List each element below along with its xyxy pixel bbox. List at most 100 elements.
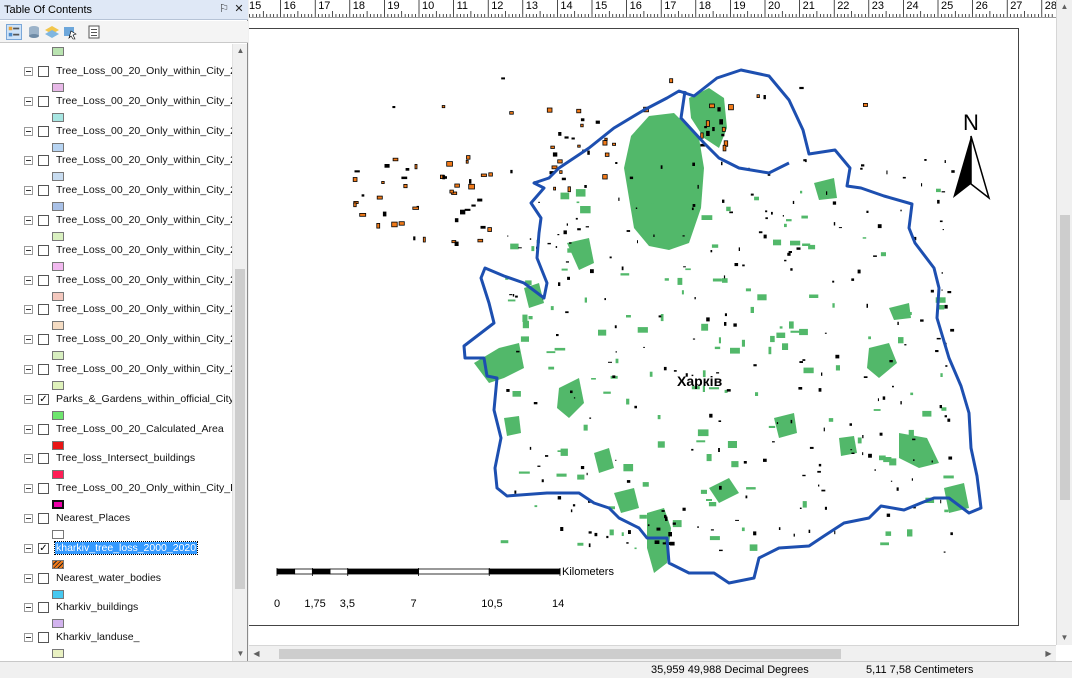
list-by-visibility-icon[interactable] bbox=[44, 24, 60, 40]
horizontal-scrollbar[interactable]: ◀ ▶ bbox=[249, 645, 1056, 661]
collapse-icon[interactable] bbox=[24, 543, 33, 553]
list-by-drawing-order-icon[interactable] bbox=[6, 24, 22, 40]
layer-visibility-checkbox[interactable] bbox=[38, 215, 49, 226]
layer-item[interactable]: Tree_Loss_00_20_Only_within_City_2009 bbox=[0, 64, 232, 94]
vertical-scrollbar-thumb[interactable] bbox=[1060, 215, 1070, 500]
layer-visibility-checkbox[interactable] bbox=[38, 304, 49, 316]
layer-visibility-checkbox[interactable] bbox=[38, 602, 49, 614]
layer-name[interactable]: Nearest_water_bodies bbox=[56, 572, 161, 584]
collapse-icon[interactable] bbox=[24, 126, 33, 136]
collapse-icon[interactable] bbox=[24, 484, 33, 494]
collapse-icon[interactable] bbox=[24, 603, 33, 613]
layer-name[interactable]: kharkiv_tree_loss_2000_2020 bbox=[53, 540, 199, 555]
layer-item[interactable]: Tree_Loss_00_20_Only_within_City_2018 bbox=[0, 302, 232, 332]
layer-name[interactable]: Tree_Loss_00_20_Only_within_City_2014 bbox=[56, 214, 232, 226]
layer-visibility-checkbox[interactable] bbox=[38, 125, 49, 137]
layer-item[interactable]: Tree_Loss_00_20_Only_within_City_2012 bbox=[0, 153, 232, 183]
list-by-selection-icon[interactable] bbox=[62, 24, 78, 40]
layer-item[interactable]: Tree_Loss_00_20_Only_within_City_Boun bbox=[0, 481, 232, 511]
layer-name[interactable]: Tree_Loss_00_20_Only_within_City_2020 bbox=[56, 363, 232, 375]
toc-scrollbar-thumb[interactable] bbox=[235, 269, 245, 589]
layer-item[interactable]: Tree_Loss_00_20_Only_within_City_2010 bbox=[0, 94, 232, 124]
layer-visibility-checkbox[interactable] bbox=[38, 572, 49, 584]
collapse-icon[interactable] bbox=[24, 424, 33, 434]
layer-visibility-checkbox[interactable] bbox=[38, 334, 49, 346]
layer-name[interactable]: Nearest_Places bbox=[56, 512, 130, 524]
layer-item[interactable]: Tree_Loss_00_20_Only_within_City_2013 bbox=[0, 183, 232, 213]
collapse-icon[interactable] bbox=[24, 454, 33, 464]
collapse-icon[interactable] bbox=[24, 216, 33, 225]
layer-name[interactable]: Parks_&_Gardens_within_official_City_Bo bbox=[56, 393, 232, 405]
layer-item[interactable]: Tree_loss_Intersect_buildings bbox=[0, 451, 232, 481]
layer-item[interactable]: Kharkiv_landuse_ bbox=[0, 630, 232, 660]
layer-item[interactable]: Nearest_water_bodies bbox=[0, 571, 232, 601]
layer-name[interactable]: Kharkiv_buildings bbox=[56, 601, 138, 613]
collapse-icon[interactable] bbox=[24, 633, 33, 643]
layer-visibility-checkbox[interactable] bbox=[38, 95, 49, 107]
layer-name[interactable]: Tree_Loss_00_20_Only_within_City_2011 bbox=[56, 125, 232, 137]
options-icon[interactable] bbox=[86, 24, 102, 40]
layer-visibility-checkbox[interactable] bbox=[38, 185, 49, 197]
layer-name[interactable]: Kharkiv_landuse_ bbox=[56, 631, 139, 643]
horizontal-scrollbar-thumb[interactable] bbox=[279, 649, 841, 659]
layer-name[interactable]: Tree_Loss_00_20_Only_within_City_2012 bbox=[56, 154, 232, 166]
collapse-icon[interactable] bbox=[24, 514, 33, 523]
close-icon[interactable]: ✕ bbox=[233, 3, 245, 16]
layer-item[interactable]: Kharkiv_buildings bbox=[0, 600, 232, 630]
collapse-icon[interactable] bbox=[24, 96, 33, 106]
layer-name[interactable]: Tree_Loss_00_20_Calculated_Area bbox=[56, 423, 224, 435]
collapse-icon[interactable] bbox=[24, 245, 33, 255]
layer-visibility-checkbox[interactable] bbox=[38, 244, 49, 256]
layer-visibility-checkbox[interactable] bbox=[38, 423, 49, 435]
layer-name[interactable]: Tree_Loss_00_20_Only_within_City_2013 bbox=[56, 184, 232, 196]
layer-item[interactable]: ✓ Parks_&_Gardens_within_official_City_Bo bbox=[0, 392, 232, 422]
layer-item[interactable]: Tree_Loss_00_20_Calculated_Area bbox=[0, 422, 232, 452]
collapse-icon[interactable] bbox=[24, 67, 33, 76]
collapse-icon[interactable] bbox=[24, 365, 33, 374]
collapse-icon[interactable] bbox=[24, 394, 33, 404]
layer-visibility-checkbox[interactable] bbox=[38, 66, 49, 77]
scroll-up-arrow-icon[interactable]: ▲ bbox=[1057, 0, 1072, 14]
layer-item[interactable]: Tree_Loss_00_20_Only_within_City_2019 bbox=[0, 332, 232, 362]
layer-item[interactable]: ✓ kharkiv_tree_loss_2000_2020 bbox=[0, 540, 232, 571]
scroll-left-arrow-icon[interactable]: ◀ bbox=[249, 647, 264, 661]
layer-visibility-checkbox[interactable] bbox=[38, 274, 49, 286]
layer-visibility-checkbox[interactable] bbox=[38, 453, 49, 465]
vertical-scrollbar[interactable]: ▲ ▼ bbox=[1056, 0, 1072, 645]
layer-item[interactable]: Tree_Loss_00_20_Only_within_City_2017 bbox=[0, 273, 232, 303]
map-canvas[interactable]: N bbox=[249, 18, 1019, 634]
collapse-icon[interactable] bbox=[24, 573, 33, 583]
list-by-source-icon[interactable] bbox=[26, 24, 42, 40]
scroll-down-arrow-icon[interactable]: ▼ bbox=[1057, 631, 1072, 645]
collapse-icon[interactable] bbox=[24, 305, 33, 315]
layer-item[interactable]: Nearest_Places bbox=[0, 511, 232, 541]
layer-visibility-checkbox[interactable] bbox=[38, 364, 49, 375]
layer-visibility-checkbox[interactable]: ✓ bbox=[38, 542, 49, 554]
layer-name[interactable]: Tree_Loss_00_20_Only_within_City_2017 bbox=[56, 274, 232, 286]
toc-scrollbar[interactable]: ▲ ▼ bbox=[232, 44, 247, 661]
layer-name[interactable]: Tree_Loss_00_20_Only_within_City_Boun bbox=[56, 482, 232, 494]
layer-item[interactable]: Tree_Loss_00_20_Only_within_City_2020 bbox=[0, 362, 232, 392]
layer-visibility-checkbox[interactable]: ✓ bbox=[38, 393, 49, 405]
layer-name[interactable]: Tree_Loss_00_20_Only_within_City_2016 bbox=[56, 244, 232, 256]
layer-visibility-checkbox[interactable] bbox=[38, 155, 49, 167]
layer-item[interactable]: Tree_Loss_00_20_Only_within_City_2014 bbox=[0, 213, 232, 243]
layer-item[interactable]: Tree_Loss_00_20_Only_within_City_2011 bbox=[0, 124, 232, 154]
scroll-right-arrow-icon[interactable]: ▶ bbox=[1041, 647, 1056, 661]
layer-visibility-checkbox[interactable] bbox=[38, 483, 49, 495]
scroll-down-arrow-icon[interactable]: ▼ bbox=[233, 647, 248, 661]
collapse-icon[interactable] bbox=[24, 156, 33, 166]
collapse-icon[interactable] bbox=[24, 186, 33, 196]
layer-name[interactable]: Tree_Loss_00_20_Only_within_City_2010 bbox=[56, 95, 232, 107]
layout-page[interactable]: N Харків Kilometers 0 1,75 3,5 7 10,5 14 bbox=[249, 18, 1056, 634]
layer-name[interactable]: Tree_Loss_00_20_Only_within_City_2009 bbox=[56, 65, 232, 77]
layer-item[interactable]: Tree_Loss_00_20_Only_within_City_2016 bbox=[0, 243, 232, 273]
layer-name[interactable]: Tree_Loss_00_20_Only_within_City_2019 bbox=[56, 333, 232, 345]
layer-name[interactable]: Tree_Loss_00_20_Only_within_City_2018 bbox=[56, 303, 232, 315]
layer-name[interactable]: Tree_loss_Intersect_buildings bbox=[56, 452, 195, 464]
collapse-icon[interactable] bbox=[24, 275, 33, 285]
layer-visibility-checkbox[interactable] bbox=[38, 513, 49, 524]
pin-icon[interactable]: ⚐ bbox=[218, 3, 230, 16]
collapse-icon[interactable] bbox=[24, 335, 33, 345]
scroll-up-arrow-icon[interactable]: ▲ bbox=[233, 44, 248, 58]
